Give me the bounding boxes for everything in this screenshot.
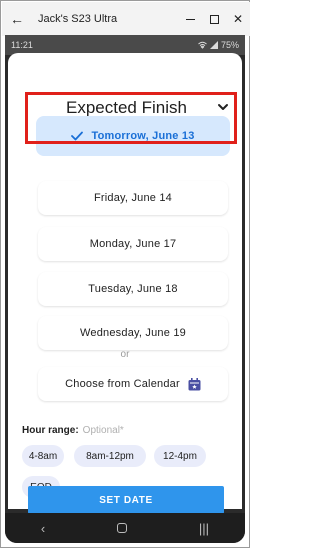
choose-from-calendar-button[interactable]: Choose from Calendar	[38, 367, 228, 401]
nav-back-icon[interactable]: ‹	[41, 521, 45, 536]
option-friday[interactable]: Friday, June 14	[38, 181, 228, 215]
or-divider: or	[120, 349, 130, 360]
calendar-icon	[188, 377, 201, 390]
close-icon[interactable]: ✕	[226, 12, 250, 26]
chip-label: 12-4pm	[163, 450, 197, 462]
option-label: Monday, June 17	[89, 238, 177, 250]
selection-highlight-outline	[25, 92, 237, 144]
wifi-icon	[198, 41, 207, 49]
battery-level: 75%	[220, 40, 239, 50]
set-date-button[interactable]: SET DATE	[28, 486, 224, 514]
window-titlebar: ← Jack's S23 Ultra ✕	[2, 2, 250, 36]
maximize-icon[interactable]	[202, 12, 226, 26]
status-icons: 75%	[198, 40, 239, 50]
hour-range-label: Hour range: Optional*	[22, 425, 124, 436]
chip-label: 4-8am	[28, 450, 58, 462]
option-label: Friday, June 14	[93, 192, 172, 204]
status-time: 11:21	[11, 40, 33, 50]
signal-icon	[209, 41, 218, 49]
home-icon[interactable]	[117, 523, 128, 533]
calendar-button-label: Choose from Calendar	[65, 378, 180, 390]
android-navbar: ‹ |||	[5, 513, 245, 543]
hour-range-title: Hour range:	[22, 425, 79, 436]
chip-12-4pm[interactable]: 12-4pm	[154, 445, 206, 467]
chip-4-8am[interactable]: 4-8am	[22, 445, 64, 467]
recents-icon[interactable]: |||	[199, 521, 209, 536]
android-statusbar: 11:21 75%	[5, 35, 245, 55]
arrow-left-icon[interactable]: ←	[2, 11, 32, 27]
minimize-icon[interactable]	[178, 12, 202, 26]
chip-label: 8am-12pm	[86, 450, 134, 462]
window-title: Jack's S23 Ultra	[38, 13, 118, 25]
option-label: Wednesday, June 19	[80, 327, 186, 339]
option-wednesday[interactable]: Wednesday, June 19	[38, 316, 228, 350]
option-monday[interactable]: Monday, June 17	[38, 227, 228, 261]
hour-range-optional: Optional*	[82, 425, 124, 436]
option-tuesday[interactable]: Tuesday, June 18	[38, 272, 228, 306]
chip-8am-12pm[interactable]: 8am-12pm	[74, 445, 146, 467]
option-label: Tuesday, June 18	[88, 283, 178, 295]
